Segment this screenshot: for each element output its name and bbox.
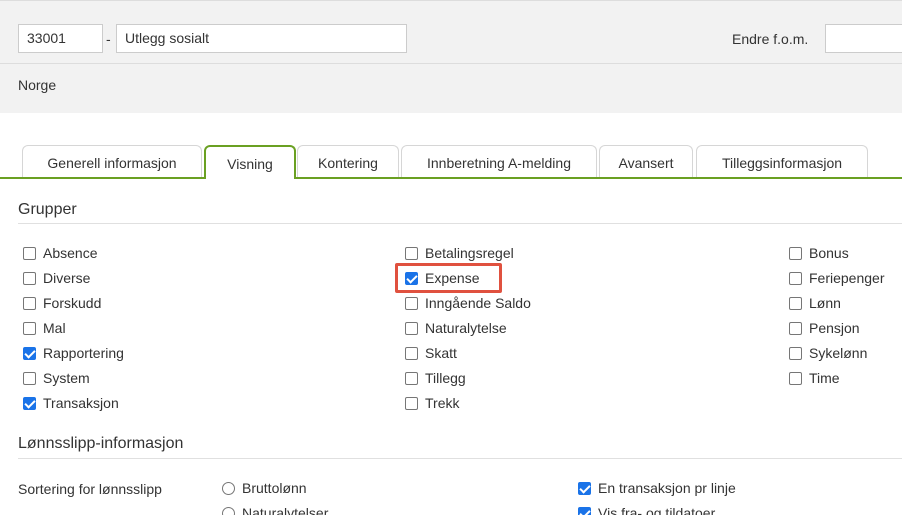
radio-button[interactable] <box>222 506 235 515</box>
checkbox-label: Time <box>809 370 840 386</box>
group-checkbox-absence[interactable]: Absence <box>23 244 97 262</box>
group-checkbox-sykel-nn[interactable]: Sykelønn <box>789 344 867 362</box>
checkbox-unchecked[interactable] <box>789 346 802 360</box>
checkbox-checked[interactable] <box>578 481 591 495</box>
checkbox-unchecked[interactable] <box>23 246 36 260</box>
checkbox-label: Diverse <box>43 270 91 286</box>
groups-divider <box>18 223 902 224</box>
checkbox-unchecked[interactable] <box>405 396 418 410</box>
sort-label: Sortering for lønnsslipp <box>18 481 162 497</box>
header-divider <box>0 63 902 64</box>
checkbox-label: Feriepenger <box>809 270 885 286</box>
tab-innberetning-a-melding[interactable]: Innberetning A-melding <box>401 145 597 178</box>
group-checkbox-naturalytelse[interactable]: Naturalytelse <box>405 319 507 337</box>
header-panel: 33001 - Utlegg sosialt Endre f.o.m. Norg… <box>0 0 902 113</box>
group-checkbox-pensjon[interactable]: Pensjon <box>789 319 860 337</box>
group-checkbox-tillegg[interactable]: Tillegg <box>405 369 466 387</box>
tab-kontering[interactable]: Kontering <box>297 145 399 178</box>
group-checkbox-feriepenger[interactable]: Feriepenger <box>789 269 885 287</box>
name-input[interactable]: Utlegg sosialt <box>116 24 407 53</box>
payslip-checkbox-en-transaksjon-pr-linje[interactable]: En transaksjon pr linje <box>578 479 736 497</box>
sort-radio-bruttol-nn[interactable]: Bruttolønn <box>222 479 307 497</box>
group-checkbox-mal[interactable]: Mal <box>23 319 66 337</box>
checkbox-unchecked[interactable] <box>789 246 802 260</box>
expense-highlight-box <box>395 263 502 293</box>
tab-visning[interactable]: Visning <box>204 145 296 181</box>
checkbox-unchecked[interactable] <box>23 296 36 310</box>
payslip-title: Lønnsslipp-informasjon <box>18 435 184 452</box>
checkbox-label: Absence <box>43 245 98 261</box>
checkbox-unchecked[interactable] <box>23 321 36 335</box>
checkbox-label: Lønn <box>809 295 841 311</box>
radio-button[interactable] <box>222 481 235 495</box>
checkbox-label: Naturalytelse <box>425 320 507 336</box>
tab-underline <box>0 177 902 179</box>
group-checkbox-transaksjon[interactable]: Transaksjon <box>23 394 119 412</box>
group-checkbox-skatt[interactable]: Skatt <box>405 344 457 362</box>
sort-radio-naturalytelser[interactable]: Naturalytelser <box>222 504 328 515</box>
checkbox-unchecked[interactable] <box>789 296 802 310</box>
groups-title: Grupper <box>18 201 77 218</box>
checkbox-label: System <box>43 370 90 386</box>
checkbox-label: Skatt <box>425 345 457 361</box>
checkbox-label: Bonus <box>809 245 849 261</box>
checkbox-checked[interactable] <box>23 396 36 410</box>
country-label: Norge <box>18 77 57 93</box>
checkbox-unchecked[interactable] <box>23 371 36 385</box>
checkbox-unchecked[interactable] <box>789 321 802 335</box>
checkbox-checked[interactable] <box>23 346 36 360</box>
payslip-checkbox-vis-fra-og-tildatoer[interactable]: Vis fra- og tildatoer <box>578 504 715 515</box>
checkbox-checked[interactable] <box>578 506 591 515</box>
group-checkbox-betalingsregel[interactable]: Betalingsregel <box>405 244 514 262</box>
tab-tilleggsinformasjon[interactable]: Tilleggsinformasjon <box>696 145 868 178</box>
checkbox-label: Mal <box>43 320 66 336</box>
code-separator: - <box>106 31 111 47</box>
checkbox-unchecked[interactable] <box>405 346 418 360</box>
checkbox-unchecked[interactable] <box>405 321 418 335</box>
checkbox-label: Vis fra- og tildatoer <box>598 505 716 515</box>
payslip-divider <box>18 458 902 459</box>
group-checkbox-inng-ende-saldo[interactable]: Inngående Saldo <box>405 294 531 312</box>
tab-bar: Generell informasjon Visning Kontering I… <box>0 145 902 181</box>
date-input[interactable] <box>825 24 902 53</box>
group-checkbox-rapportering[interactable]: Rapportering <box>23 344 124 362</box>
checkbox-label: Transaksjon <box>43 395 119 411</box>
checkbox-label: Sykelønn <box>809 345 868 361</box>
group-checkbox-trekk[interactable]: Trekk <box>405 394 459 412</box>
group-checkbox-diverse[interactable]: Diverse <box>23 269 90 287</box>
checkbox-label: Pensjon <box>809 320 860 336</box>
radio-label: Bruttolønn <box>242 480 307 496</box>
checkbox-unchecked[interactable] <box>789 371 802 385</box>
radio-label: Naturalytelser <box>242 505 329 515</box>
group-checkbox-l-nn[interactable]: Lønn <box>789 294 841 312</box>
tab-avansert[interactable]: Avansert <box>599 145 693 178</box>
group-checkbox-system[interactable]: System <box>23 369 90 387</box>
checkbox-label: Trekk <box>425 395 460 411</box>
group-checkbox-forskudd[interactable]: Forskudd <box>23 294 101 312</box>
date-label: Endre f.o.m. <box>732 31 809 47</box>
code-input[interactable]: 33001 <box>18 24 103 53</box>
checkbox-unchecked[interactable] <box>23 271 36 285</box>
checkbox-unchecked[interactable] <box>405 371 418 385</box>
checkbox-label: Tillegg <box>425 370 466 386</box>
checkbox-label: Betalingsregel <box>425 245 514 261</box>
tab-generell-informasjon[interactable]: Generell informasjon <box>22 145 202 178</box>
checkbox-label: En transaksjon pr linje <box>598 480 736 496</box>
checkbox-unchecked[interactable] <box>405 246 418 260</box>
checkbox-label: Rapportering <box>43 345 124 361</box>
checkbox-label: Forskudd <box>43 295 102 311</box>
group-checkbox-time[interactable]: Time <box>789 369 840 387</box>
checkbox-label: Inngående Saldo <box>425 295 531 311</box>
checkbox-unchecked[interactable] <box>789 271 802 285</box>
group-checkbox-bonus[interactable]: Bonus <box>789 244 849 262</box>
checkbox-unchecked[interactable] <box>405 296 418 310</box>
